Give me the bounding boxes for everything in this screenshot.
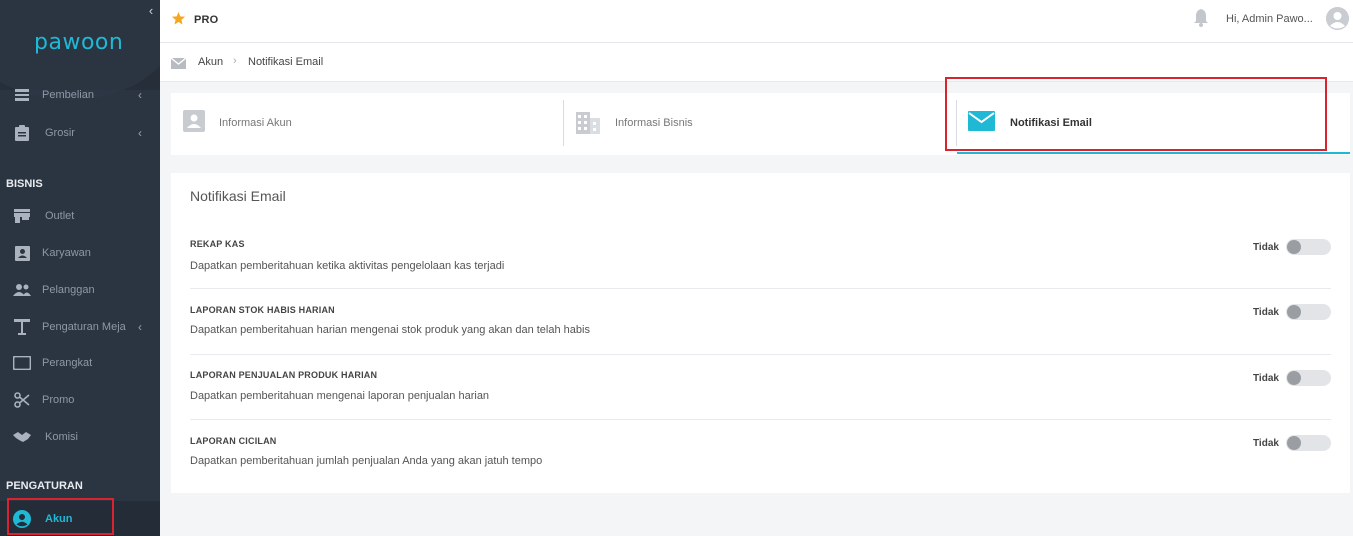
sidebar-item-perangkat[interactable]: Perangkat xyxy=(0,348,160,378)
sidebar-item-pembelian[interactable]: Pembelian ‹ xyxy=(0,80,160,110)
sidebar-item-grosir[interactable]: Grosir ‹ xyxy=(0,118,160,148)
setting-status: Tidak xyxy=(1253,373,1279,384)
setting-row-cicilan: LAPORAN CICILAN Dapatkan pemberitahuan j… xyxy=(190,420,1331,486)
setting-status: Tidak xyxy=(1253,307,1279,318)
toggle-knob xyxy=(1287,240,1301,254)
people-icon xyxy=(13,281,31,299)
breadcrumb-current: Notifikasi Email xyxy=(248,56,324,68)
setting-title: REKAP KAS xyxy=(190,239,245,249)
sidebar-item-label: Pengaturan Meja xyxy=(42,321,126,333)
building-icon xyxy=(576,110,600,139)
sidebar-item-label: Komisi xyxy=(45,431,79,443)
sidebar-item-komisi[interactable]: Komisi xyxy=(0,422,160,452)
table-icon xyxy=(13,318,31,336)
breadcrumb-separator: › xyxy=(233,55,237,67)
bell-icon[interactable] xyxy=(1193,9,1209,32)
top-bar: PRO Hi, Admin Pawo... xyxy=(160,0,1353,43)
setting-row-penjualan-produk: LAPORAN PENJUALAN PRODUK HARIAN Dapatkan… xyxy=(190,354,1331,420)
sidebar-item-label: Karyawan xyxy=(42,247,91,259)
plan-badge: PRO xyxy=(194,14,219,26)
chevron-left-icon: ‹ xyxy=(138,126,142,140)
scissors-icon xyxy=(13,391,31,409)
sidebar-item-outlet[interactable]: Outlet xyxy=(0,201,160,231)
sidebar-item-label: Perangkat xyxy=(42,357,93,369)
tab-label: Informasi Bisnis xyxy=(615,117,693,129)
active-tab-underline xyxy=(957,152,1350,154)
setting-description: Dapatkan pemberitahuan jumlah penjualan … xyxy=(190,455,543,467)
tab-informasi-akun[interactable]: Informasi Akun xyxy=(171,93,563,155)
star-icon xyxy=(171,11,186,31)
tab-label: Informasi Akun xyxy=(219,117,292,129)
setting-description: Dapatkan pemberitahuan harian mengenai s… xyxy=(190,324,590,336)
sidebar-item-label: Outlet xyxy=(45,210,75,222)
highlight-box-tab xyxy=(945,77,1327,151)
notification-settings-card: Notifikasi Email REKAP KAS Dapatkan pemb… xyxy=(171,173,1350,493)
setting-title: LAPORAN CICILAN xyxy=(190,436,277,446)
clipboard-icon xyxy=(13,124,31,142)
section-bisnis: BISNIS xyxy=(6,178,43,190)
setting-status: Tidak xyxy=(1253,438,1279,449)
list-icon xyxy=(13,86,31,104)
handshake-icon xyxy=(13,428,31,446)
id-card-icon xyxy=(13,244,31,262)
setting-status: Tidak xyxy=(1253,242,1279,253)
sidebar: pawoon ‹ Pembelian ‹ Grosir ‹ BISNIS Out… xyxy=(0,0,160,536)
toggle-switch[interactable] xyxy=(1286,304,1331,320)
setting-title: LAPORAN PENJUALAN PRODUK HARIAN xyxy=(190,370,378,380)
toggle-knob xyxy=(1287,371,1301,385)
app-logo[interactable]: pawoon xyxy=(34,30,123,55)
sidebar-item-label: Grosir xyxy=(45,127,75,139)
chevron-left-icon: ‹ xyxy=(138,320,142,334)
user-card-icon xyxy=(183,110,205,137)
toggle-switch[interactable] xyxy=(1286,239,1331,255)
collapse-sidebar-icon[interactable]: ‹ xyxy=(144,4,158,18)
sidebar-item-karyawan[interactable]: Karyawan xyxy=(0,238,160,268)
setting-row-stok-habis: LAPORAN STOK HABIS HARIAN Dapatkan pembe… xyxy=(190,289,1331,355)
toggle-switch[interactable] xyxy=(1286,435,1331,451)
user-greeting[interactable]: Hi, Admin Pawo... xyxy=(1226,13,1313,25)
sidebar-item-promo[interactable]: Promo xyxy=(0,385,160,415)
toggle-switch[interactable] xyxy=(1286,370,1331,386)
highlight-box-akun xyxy=(7,498,114,535)
setting-row-rekap-kas: REKAP KAS Dapatkan pemberitahuan ketika … xyxy=(190,223,1331,289)
breadcrumb-root[interactable]: Akun xyxy=(198,56,223,68)
sidebar-item-label: Pelanggan xyxy=(42,284,95,296)
setting-description: Dapatkan pemberitahuan mengenai laporan … xyxy=(190,390,490,402)
toggle-knob xyxy=(1287,305,1301,319)
logo-area: pawoon xyxy=(0,0,160,100)
store-icon xyxy=(13,207,31,225)
section-pengaturan: PENGATURAN xyxy=(6,480,83,492)
toggle-knob xyxy=(1287,436,1301,450)
sidebar-item-label: Promo xyxy=(42,394,75,406)
tab-informasi-bisnis[interactable]: Informasi Bisnis xyxy=(564,93,956,155)
sidebar-item-label: Pembelian xyxy=(42,89,94,101)
sidebar-item-pelanggan[interactable]: Pelanggan xyxy=(0,275,160,305)
setting-title: LAPORAN STOK HABIS HARIAN xyxy=(190,305,335,315)
setting-description: Dapatkan pemberitahuan ketika aktivitas … xyxy=(190,260,505,272)
avatar[interactable] xyxy=(1326,7,1349,30)
envelope-icon xyxy=(170,56,187,74)
chevron-left-icon: ‹ xyxy=(138,88,142,102)
tablet-icon xyxy=(13,354,31,372)
sidebar-item-pengaturan-meja[interactable]: Pengaturan Meja ‹ xyxy=(0,312,160,342)
card-title: Notifikasi Email xyxy=(190,188,286,204)
